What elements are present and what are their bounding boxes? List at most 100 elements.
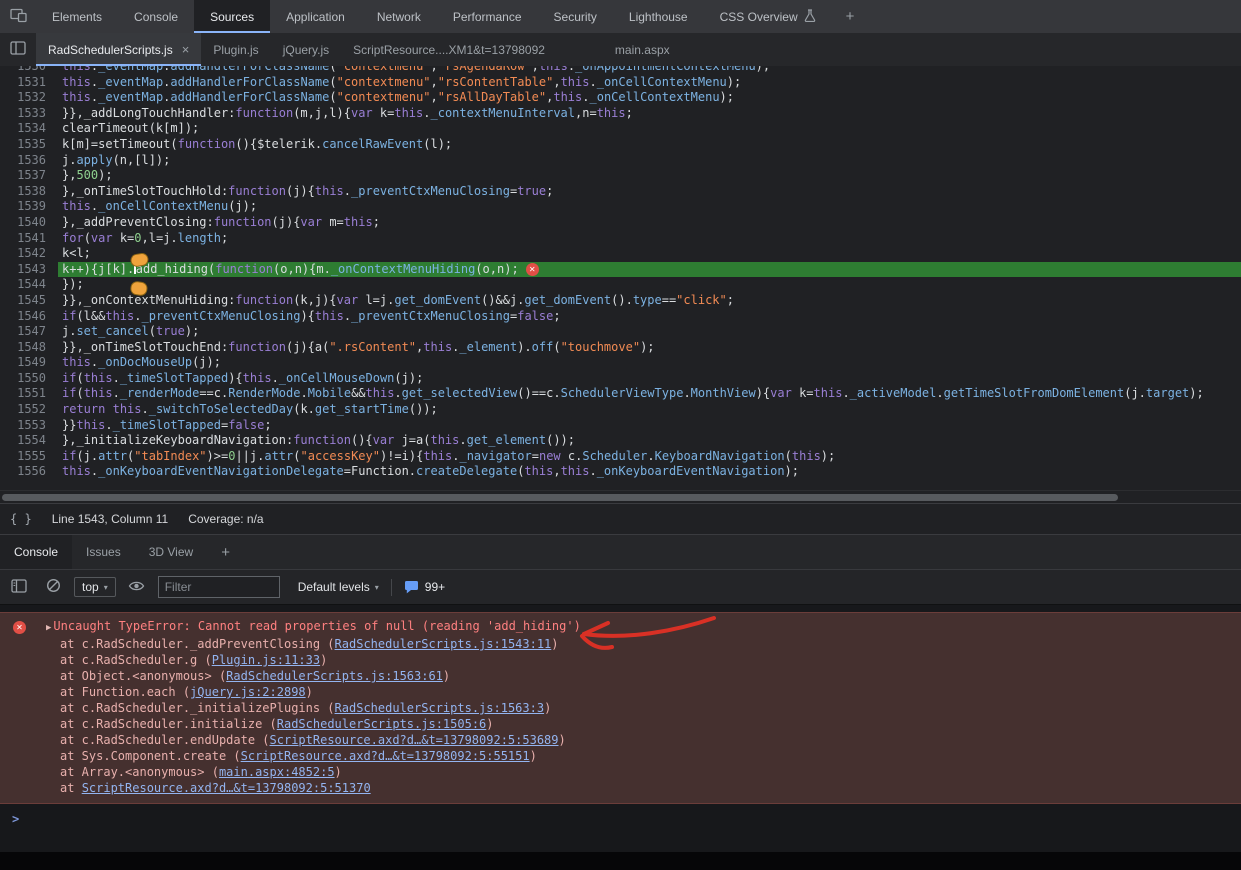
panel-tab-application[interactable]: Application	[270, 0, 361, 33]
code-editor[interactable]: 1530this._eventMap.addHandlerForClassNam…	[0, 66, 1241, 490]
line-number[interactable]: 1541	[0, 231, 58, 247]
code-text[interactable]: },_initializeKeyboardNavigation:function…	[58, 433, 1241, 449]
line-number[interactable]: 1548	[0, 340, 58, 356]
code-text[interactable]: this._eventMap.addHandlerForClassName("c…	[58, 66, 1241, 75]
code-text[interactable]: k++){j[k].add_hiding(function(o,n){m._on…	[58, 262, 1241, 278]
panel-tab-lighthouse[interactable]: Lighthouse	[613, 0, 704, 33]
clear-console-button[interactable]	[40, 574, 66, 600]
file-tab-jquery-js[interactable]: jQuery.js	[271, 33, 341, 66]
line-number[interactable]: 1556	[0, 464, 58, 480]
code-text[interactable]: clearTimeout(k[m]);	[58, 121, 1241, 137]
console-prompt-row[interactable]: >	[0, 804, 1241, 838]
code-text[interactable]: this._onCellContextMenu(j);	[58, 199, 1241, 215]
line-number[interactable]: 1546	[0, 309, 58, 325]
file-tab-plugin-js[interactable]: Plugin.js	[201, 33, 270, 66]
line-number[interactable]: 1555	[0, 449, 58, 465]
line-number[interactable]: 1542	[0, 246, 58, 262]
panel-tab-elements[interactable]: Elements	[36, 0, 118, 33]
code-text[interactable]: if(l&&this._preventCtxMenuClosing){this.…	[58, 309, 1241, 325]
line-number[interactable]: 1540	[0, 215, 58, 231]
execution-context-selector[interactable]: top ▾	[74, 577, 116, 597]
stack-frame-link[interactable]: RadSchedulerScripts.js:1543:11	[335, 637, 552, 651]
code-text[interactable]: if(this._timeSlotTapped){this._onCellMou…	[58, 371, 1241, 387]
console-sidebar-button[interactable]	[6, 574, 32, 600]
code-text[interactable]: },_addPreventClosing:function(j){var m=t…	[58, 215, 1241, 231]
code-text[interactable]: },_onTimeSlotTouchHold:function(j){this.…	[58, 184, 1241, 200]
line-number[interactable]: 1538	[0, 184, 58, 200]
code-text[interactable]: if(this._renderMode==c.RenderMode.Mobile…	[58, 386, 1241, 402]
inline-error-icon[interactable]: ✕	[526, 263, 539, 276]
code-text[interactable]: }},_onTimeSlotTouchEnd:function(j){a(".r…	[58, 340, 1241, 356]
line-number[interactable]: 1545	[0, 293, 58, 309]
line-number[interactable]: 1530	[0, 66, 58, 75]
line-number[interactable]: 1554	[0, 433, 58, 449]
log-levels-dropdown[interactable]: Default levels ▾	[298, 580, 379, 594]
console-error-entry[interactable]: ✕ ▶Uncaught TypeError: Cannot read prope…	[0, 612, 1241, 804]
line-number[interactable]: 1539	[0, 199, 58, 215]
pretty-print-button[interactable]: { }	[10, 512, 32, 526]
line-number[interactable]: 1553	[0, 418, 58, 434]
panel-tab-console[interactable]: Console	[118, 0, 194, 33]
panel-tab-css-overview[interactable]: CSS Overview	[704, 0, 832, 33]
line-number[interactable]: 1543	[0, 262, 58, 278]
issues-count-badge[interactable]: 99+	[404, 580, 445, 594]
line-number[interactable]: 1531	[0, 75, 58, 91]
more-drawer-tools-button[interactable]: +	[207, 535, 244, 569]
line-number[interactable]: 1536	[0, 153, 58, 169]
code-text[interactable]: });	[58, 277, 1241, 293]
code-text[interactable]: j.set_cancel(true);	[58, 324, 1241, 340]
toggle-navigator-button[interactable]	[0, 33, 36, 66]
code-text[interactable]: this._onKeyboardEventNavigationDelegate=…	[58, 464, 1241, 480]
code-text[interactable]: return this._switchToSelectedDay(k.get_s…	[58, 402, 1241, 418]
close-icon[interactable]: ×	[182, 42, 190, 57]
panel-tab-network[interactable]: Network	[361, 0, 437, 33]
code-text[interactable]: this._eventMap.addHandlerForClassName("c…	[58, 90, 1241, 106]
panel-tab-sources[interactable]: Sources	[194, 0, 270, 33]
line-number[interactable]: 1551	[0, 386, 58, 402]
code-text[interactable]: }}this._timeSlotTapped=false;	[58, 418, 1241, 434]
scrollbar-thumb[interactable]	[2, 494, 1118, 501]
code-text[interactable]: }},_onContextMenuHiding:function(k,j){va…	[58, 293, 1241, 309]
stack-frame-link[interactable]: ScriptResource.axd?d…&t=13798092:5:53689	[270, 733, 559, 747]
line-number[interactable]: 1532	[0, 90, 58, 106]
file-tab-main-aspx[interactable]: main.aspx	[603, 33, 682, 66]
code-text[interactable]: this._onDocMouseUp(j);	[58, 355, 1241, 371]
live-expression-button[interactable]	[124, 574, 150, 600]
drawer-tab-issues[interactable]: Issues	[72, 535, 135, 569]
code-text[interactable]: },500);	[58, 168, 1241, 184]
code-text[interactable]: for(var k=0,l=j.length;	[58, 231, 1241, 247]
line-number[interactable]: 1547	[0, 324, 58, 340]
stack-frame-link[interactable]: RadSchedulerScripts.js:1563:3	[335, 701, 545, 715]
stack-frame-link[interactable]: Plugin.js:11:33	[212, 653, 320, 667]
line-number[interactable]: 1544	[0, 277, 58, 293]
file-tab-radschedulerscripts-js[interactable]: RadSchedulerScripts.js×	[36, 33, 201, 66]
toggle-device-toolbar-button[interactable]	[0, 0, 36, 33]
stack-frame-link[interactable]: main.aspx:4852:5	[219, 765, 335, 779]
stack-frame-link[interactable]: RadSchedulerScripts.js:1563:61	[226, 669, 443, 683]
more-panels-button[interactable]: +	[832, 0, 869, 33]
code-text[interactable]: j.apply(n,[l]);	[58, 153, 1241, 169]
line-number[interactable]: 1533	[0, 106, 58, 122]
line-number[interactable]: 1534	[0, 121, 58, 137]
console-filter-input[interactable]	[158, 576, 280, 598]
drawer-tab-console[interactable]: Console	[0, 535, 72, 569]
line-number[interactable]: 1552	[0, 402, 58, 418]
panel-tab-security[interactable]: Security	[538, 0, 613, 33]
stack-frame-link[interactable]: RadSchedulerScripts.js:1505:6	[277, 717, 487, 731]
code-text[interactable]: k[m]=setTimeout(function(){$telerik.canc…	[58, 137, 1241, 153]
expand-triangle-icon[interactable]: ▶	[46, 620, 51, 636]
code-text[interactable]: }},_addLongTouchHandler:function(m,j,l){…	[58, 106, 1241, 122]
line-number[interactable]: 1550	[0, 371, 58, 387]
code-text[interactable]: k<l;	[58, 246, 1241, 262]
code-text[interactable]: this._eventMap.addHandlerForClassName("c…	[58, 75, 1241, 91]
stack-frame-link[interactable]: ScriptResource.axd?d…&t=13798092:5:51370	[82, 781, 371, 795]
stack-frame-link[interactable]: jQuery.js:2:2898	[190, 685, 306, 699]
error-message-row[interactable]: ▶Uncaught TypeError: Cannot read propert…	[0, 618, 1241, 636]
stack-frame-link[interactable]: ScriptResource.axd?d…&t=13798092:5:55151	[241, 749, 530, 763]
panel-tab-performance[interactable]: Performance	[437, 0, 538, 33]
file-tab-scriptresource-xm1-t-13798092[interactable]: ScriptResource....XM1&t=13798092	[341, 33, 557, 66]
line-number[interactable]: 1535	[0, 137, 58, 153]
horizontal-scrollbar[interactable]	[0, 490, 1241, 503]
drawer-tab-3d-view[interactable]: 3D View	[135, 535, 207, 569]
line-number[interactable]: 1537	[0, 168, 58, 184]
